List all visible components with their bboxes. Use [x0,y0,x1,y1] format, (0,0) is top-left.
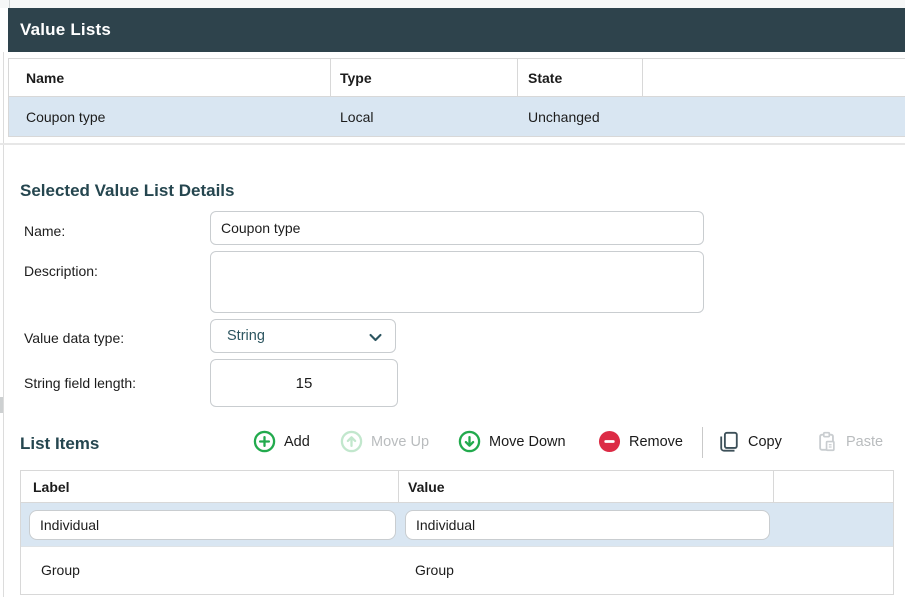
value-lists-table-header: Name Type State [9,59,905,97]
circle-minus-icon [598,430,621,453]
move-down-button-label: Move Down [489,434,566,450]
cell-name: Coupon type [9,109,331,125]
move-up-button[interactable]: Move Up [340,429,429,454]
circle-arrow-up-icon [340,430,363,453]
move-down-button[interactable]: Move Down [458,429,566,454]
panel-left-divider [3,52,4,597]
circle-arrow-down-icon [458,430,481,453]
add-button[interactable]: Add [253,429,310,454]
description-field[interactable] [210,251,704,313]
paste-icon [816,431,838,453]
name-field[interactable] [210,211,704,245]
remove-button[interactable]: Remove [598,429,683,454]
move-up-button-label: Move Up [371,434,429,450]
column-header-state[interactable]: State [518,59,643,96]
copy-icon [718,431,740,453]
list-items-heading: List Items [20,434,99,454]
circle-plus-icon [253,430,276,453]
window-top-strip [0,0,905,8]
string-field-length-field[interactable] [210,359,398,407]
add-button-label: Add [284,434,310,450]
value-data-type-select[interactable]: String [210,319,396,353]
value-lists-panel: Value Lists Name Type State Coupon type … [0,0,905,597]
cell-type: Local [331,109,518,125]
paste-button-label: Paste [846,434,883,450]
column-header-value[interactable]: Value [399,471,774,502]
column-header-type[interactable]: Type [331,59,518,96]
table-row-coupon-type[interactable]: Coupon type Local Unchanged [9,97,905,136]
list-item-row-group[interactable]: Group Group [21,547,893,593]
column-header-name[interactable]: Name [9,59,331,96]
name-label: Name: [24,223,65,239]
copy-button-label: Copy [748,434,782,450]
remove-button-label: Remove [629,434,683,450]
item-label-field[interactable] [29,510,396,540]
value-lists-table: Name Type State Coupon type Local Unchan… [8,58,905,137]
paste-button[interactable]: Paste [816,429,883,454]
list-items-table-header: Label Value [21,471,893,503]
scrollbar-thumb[interactable] [0,397,3,413]
copy-button[interactable]: Copy [718,429,782,454]
column-header-label[interactable]: Label [21,471,399,502]
cell-state: Unchanged [518,109,643,125]
chevron-down-icon [367,329,384,346]
details-heading: Selected Value List Details [20,181,234,201]
value-data-type-selected: String [227,328,265,344]
titlebar: Value Lists [8,8,905,52]
string-field-length-label: String field length: [24,375,136,391]
value-data-type-label: Value data type: [24,330,124,346]
description-label: Description: [24,263,98,279]
cell-label: Group [21,562,399,578]
window-top-strip-divider [9,0,10,8]
toolbar-divider [702,427,703,458]
cell-value: Group [399,562,774,578]
item-value-field[interactable] [405,510,770,540]
section-divider [0,143,905,145]
page-title: Value Lists [20,20,111,40]
list-items-table: Label Value Group Group [20,470,894,595]
list-item-row-individual[interactable] [21,503,893,547]
